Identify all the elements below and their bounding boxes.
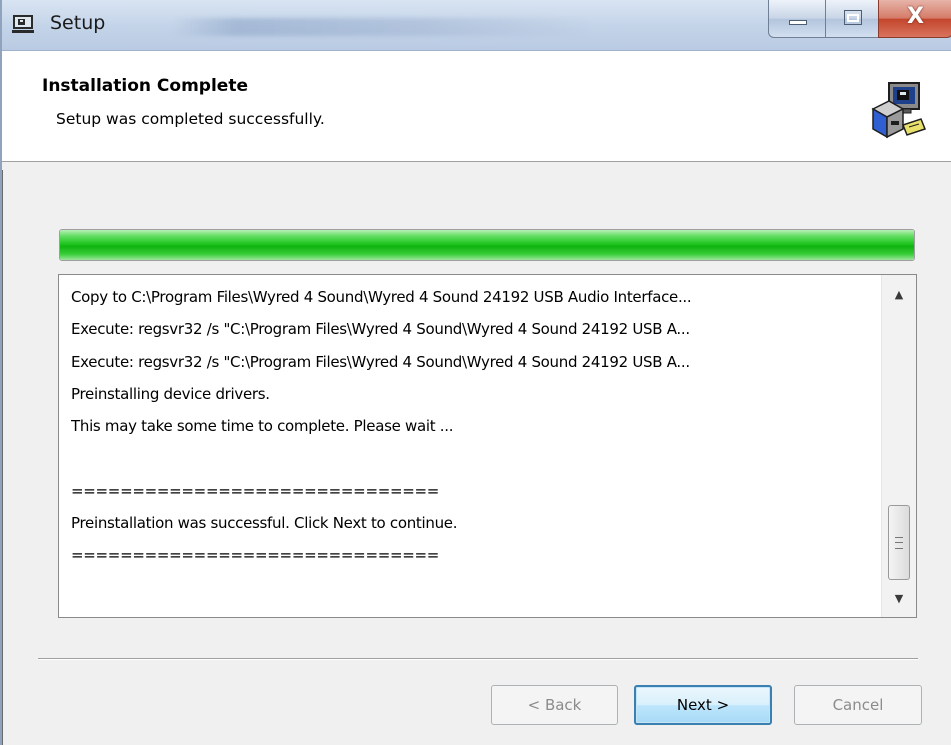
grip-icon xyxy=(895,537,903,549)
button-separator xyxy=(38,658,918,660)
maximize-icon xyxy=(844,10,862,25)
log-lines: Copy to C:\Program Files\Wyred 4 Sound\W… xyxy=(71,281,881,572)
install-log-listbox[interactable]: Copy to C:\Program Files\Wyred 4 Sound\W… xyxy=(58,274,917,618)
log-scrollbar[interactable]: ▲ ▼ xyxy=(881,275,916,617)
caption-buttons: X xyxy=(768,0,951,40)
next-button[interactable]: Next > xyxy=(634,685,772,725)
log-line: Preinstalling device drivers. xyxy=(71,384,270,403)
cancel-button[interactable]: Cancel xyxy=(794,685,922,725)
install-progress-bar xyxy=(59,229,915,261)
page-title: Installation Complete xyxy=(42,76,248,96)
header-panel: Installation Complete Setup was complete… xyxy=(2,51,951,162)
minimize-button[interactable] xyxy=(768,0,826,38)
close-button[interactable]: X xyxy=(878,0,951,38)
window-edge xyxy=(2,170,3,745)
log-line: Copy to C:\Program Files\Wyred 4 Sound\W… xyxy=(71,288,692,306)
maximize-button[interactable] xyxy=(825,0,879,38)
log-line: Execute: regsvr32 /s "C:\Program Files\W… xyxy=(71,352,690,371)
setup-app-icon xyxy=(12,14,34,34)
setup-window: Setup X Installation Complete Setup was … xyxy=(0,0,951,745)
title-bar[interactable]: Setup X xyxy=(2,0,951,51)
minimize-icon xyxy=(789,20,807,25)
back-button[interactable]: < Back xyxy=(491,685,618,725)
window-title: Setup xyxy=(50,12,106,34)
scroll-thumb[interactable] xyxy=(888,505,910,580)
scroll-down-arrow-icon[interactable]: ▼ xyxy=(882,585,916,611)
background-window-blur xyxy=(172,18,592,36)
log-line: Preinstallation was successful. Click Ne… xyxy=(71,514,458,533)
log-line: ============================== xyxy=(71,546,440,565)
setup-computer-icon xyxy=(869,81,927,141)
progress-fill xyxy=(60,230,914,260)
log-line: This may take some time to complete. Ple… xyxy=(71,417,454,436)
page-subtitle: Setup was completed successfully. xyxy=(56,110,325,128)
log-line: Execute: regsvr32 /s "C:\Program Files\W… xyxy=(71,320,690,339)
close-icon: X xyxy=(907,4,924,29)
scroll-up-arrow-icon[interactable]: ▲ xyxy=(882,281,916,307)
log-line: ============================== xyxy=(71,481,440,500)
